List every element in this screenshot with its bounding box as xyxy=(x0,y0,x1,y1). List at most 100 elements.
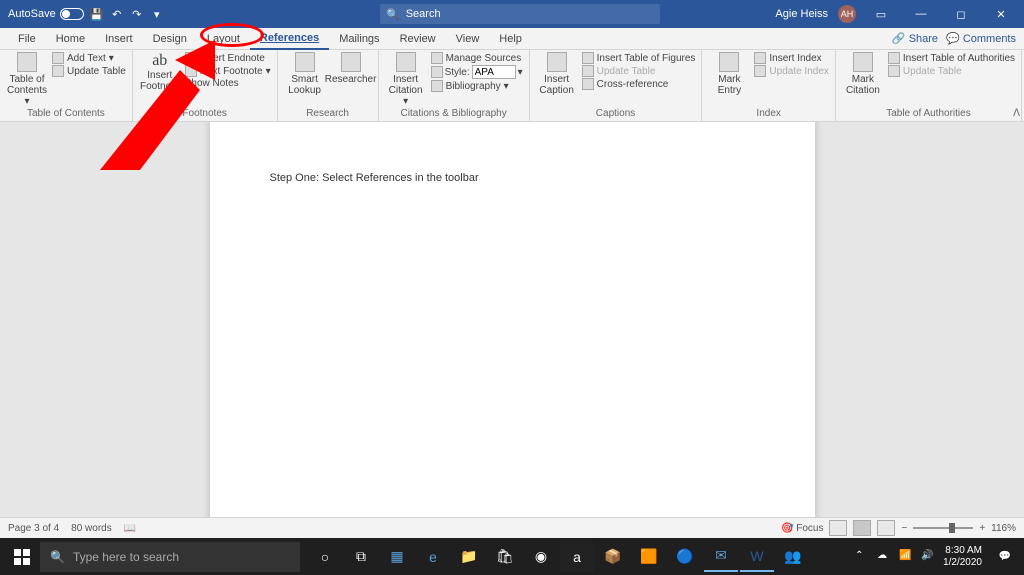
style-input[interactable] xyxy=(472,65,516,79)
group-label: Table of Contents xyxy=(6,108,126,119)
qat-more-icon[interactable]: ▾ xyxy=(150,7,164,21)
footnote-icon: ab xyxy=(152,52,167,70)
read-mode-button[interactable] xyxy=(829,520,847,536)
search-placeholder: Search xyxy=(406,8,441,20)
spellcheck-icon[interactable]: 📖 xyxy=(124,523,136,534)
notification-button[interactable]: 💬 xyxy=(990,542,1020,572)
researcher-button[interactable]: Researcher xyxy=(330,52,372,85)
autosave-toggle[interactable]: AutoSave xyxy=(8,8,84,20)
web-layout-button[interactable] xyxy=(877,520,895,536)
tab-insert[interactable]: Insert xyxy=(95,29,143,49)
add-text-button[interactable]: Add Text ▾ xyxy=(52,52,126,64)
bibliography-button[interactable]: Bibliography ▾ xyxy=(431,80,523,92)
group-citations: Insert Citation▾ Manage Sources Style: ▾… xyxy=(379,50,530,121)
start-button[interactable] xyxy=(4,542,40,572)
tab-help[interactable]: Help xyxy=(489,29,532,49)
word-icon[interactable]: W xyxy=(740,542,774,572)
manage-sources-button[interactable]: Manage Sources xyxy=(431,52,523,64)
edge-icon[interactable]: e xyxy=(416,542,450,572)
group-label: Captions xyxy=(536,108,696,119)
group-label: Index xyxy=(708,108,829,119)
document-body-text[interactable]: Step One: Select References in the toolb… xyxy=(270,172,755,184)
document-area[interactable]: Step One: Select References in the toolb… xyxy=(0,122,1024,538)
tab-view[interactable]: View xyxy=(446,29,490,49)
smart-lookup-button[interactable]: Smart Lookup xyxy=(284,52,326,96)
mark-citation-button[interactable]: Mark Citation xyxy=(842,52,884,96)
app-icon[interactable]: a xyxy=(560,542,594,572)
citation-style-select[interactable]: Style: ▾ xyxy=(431,65,523,79)
insert-tof-button[interactable]: Insert Table of Figures xyxy=(582,52,696,64)
zoom-slider[interactable] xyxy=(913,527,973,529)
insert-caption-button[interactable]: Insert Caption xyxy=(536,52,578,96)
next-footnote-button[interactable]: Next Footnote ▾ xyxy=(185,65,271,77)
maximize-button[interactable]: ◻ xyxy=(946,4,976,24)
close-button[interactable]: ✕ xyxy=(986,4,1016,24)
tab-references[interactable]: References xyxy=(250,28,329,50)
share-button[interactable]: 🔗 Share xyxy=(892,32,938,45)
cortana-icon[interactable]: ○ xyxy=(308,542,342,572)
onedrive-icon[interactable]: ☁ xyxy=(877,550,891,564)
tray-chevron-icon[interactable]: ⌃ xyxy=(855,550,869,564)
insert-toa-button[interactable]: Insert Table of Authorities xyxy=(888,52,1015,64)
endnote-icon xyxy=(185,52,197,64)
tab-home[interactable]: Home xyxy=(46,29,95,49)
app-icon[interactable]: 🟧 xyxy=(632,542,666,572)
update-index-button[interactable]: Update Index xyxy=(754,65,829,77)
page-count[interactable]: Page 3 of 4 xyxy=(8,523,59,534)
user-name[interactable]: Agie Heiss xyxy=(775,8,828,20)
teams-icon[interactable]: 👥 xyxy=(776,542,810,572)
zoom-level[interactable]: 116% xyxy=(991,523,1016,534)
tab-layout[interactable]: Layout xyxy=(197,29,250,49)
focus-mode-button[interactable]: 🎯 Focus xyxy=(781,523,823,534)
minimize-button[interactable]: — xyxy=(906,4,936,24)
tab-mailings[interactable]: Mailings xyxy=(329,29,389,49)
tab-design[interactable]: Design xyxy=(143,29,197,49)
zoom-out-button[interactable]: − xyxy=(901,523,907,534)
explorer-icon[interactable]: 📁 xyxy=(452,542,486,572)
word-count[interactable]: 80 words xyxy=(71,523,112,534)
dropbox-icon[interactable]: 📦 xyxy=(596,542,630,572)
save-icon[interactable]: 💾 xyxy=(90,7,104,21)
store-icon[interactable]: 🛍 xyxy=(488,542,522,572)
outlook-icon[interactable]: ✉ xyxy=(704,542,738,572)
print-layout-button[interactable] xyxy=(853,520,871,536)
update-toa-button[interactable]: Update Table xyxy=(888,65,1015,77)
update-tof-button[interactable]: Update Table xyxy=(582,65,696,77)
chrome-icon[interactable]: ◉ xyxy=(524,542,558,572)
tab-review[interactable]: Review xyxy=(390,29,446,49)
redo-icon[interactable]: ↷ xyxy=(130,7,144,21)
search-icon: 🔍 xyxy=(386,8,400,21)
taskbar-search[interactable]: 🔍 Type here to search xyxy=(40,542,300,572)
search-box[interactable]: 🔍 Search xyxy=(380,4,660,24)
index-icon xyxy=(754,52,766,64)
insert-index-button[interactable]: Insert Index xyxy=(754,52,829,64)
task-view-icon[interactable]: ⧉ xyxy=(344,542,378,572)
collapse-ribbon-button[interactable]: ᐱ xyxy=(1013,108,1020,119)
insert-footnote-button[interactable]: abInsert Footnote xyxy=(139,52,181,92)
add-text-icon xyxy=(52,52,64,64)
statusbar: Page 3 of 4 80 words 📖 🎯 Focus − + 116% xyxy=(0,517,1024,538)
smart-lookup-icon xyxy=(295,52,315,72)
comments-button[interactable]: 💬 Comments xyxy=(946,32,1016,45)
wifi-icon[interactable]: 📶 xyxy=(899,550,913,564)
clock[interactable]: 8:30 AM 1/2/2020 xyxy=(943,545,982,569)
slack-icon[interactable]: 🔵 xyxy=(668,542,702,572)
cross-reference-button[interactable]: Cross-reference xyxy=(582,78,696,90)
document-page[interactable]: Step One: Select References in the toolb… xyxy=(210,122,815,538)
mark-entry-button[interactable]: Mark Entry xyxy=(708,52,750,96)
show-notes-button[interactable]: Show Notes xyxy=(185,78,271,89)
ribbon-display-icon[interactable]: ▭ xyxy=(866,4,896,24)
user-avatar[interactable]: AH xyxy=(838,5,856,23)
mark-entry-icon xyxy=(719,52,739,72)
zoom-in-button[interactable]: + xyxy=(979,523,985,534)
toc-button[interactable]: Table of Contents▾ xyxy=(6,52,48,107)
undo-icon[interactable]: ↶ xyxy=(110,7,124,21)
app-icon[interactable]: ▦ xyxy=(380,542,414,572)
update-table-button[interactable]: Update Table xyxy=(52,65,126,77)
tab-file[interactable]: File xyxy=(8,29,46,49)
insert-endnote-button[interactable]: Insert Endnote xyxy=(185,52,271,64)
insert-citation-button[interactable]: Insert Citation▾ xyxy=(385,52,427,107)
volume-icon[interactable]: 🔊 xyxy=(921,550,935,564)
windows-icon xyxy=(14,549,30,565)
group-label: Citations & Bibliography xyxy=(385,108,523,119)
